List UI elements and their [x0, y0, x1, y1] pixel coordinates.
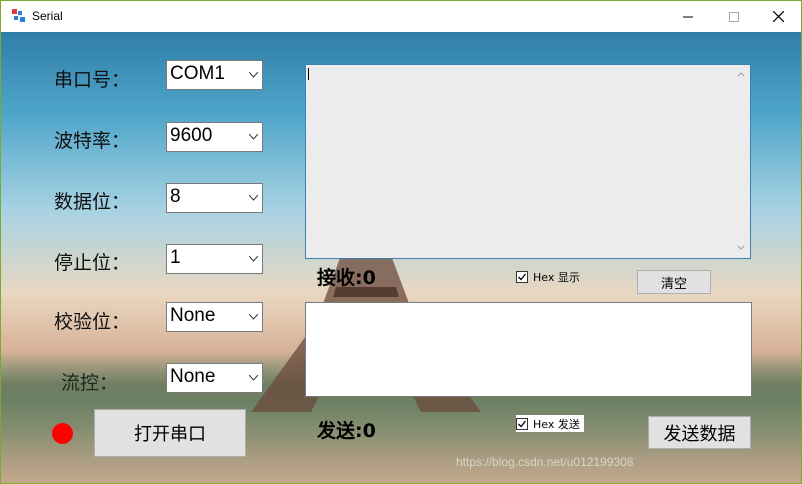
send-data-button[interactable]: 发送数据 [648, 416, 751, 449]
parity-label: 校验位： [54, 311, 131, 333]
client-area: 串口号： COM1 波特率： 9600 数据位： 8 停止位： 1 校验位： N… [1, 32, 801, 483]
minimize-button[interactable] [665, 1, 711, 32]
window-title: Serial [32, 9, 63, 23]
chevron-down-icon [249, 195, 258, 201]
chevron-down-icon [249, 314, 258, 320]
hex-display-checkbox[interactable]: Hex 显示 [516, 268, 580, 285]
stopbits-select[interactable]: 1 [166, 244, 263, 274]
chevron-down-icon [249, 134, 258, 140]
maximize-button[interactable] [711, 1, 757, 32]
checkbox-box [516, 417, 528, 430]
open-port-button[interactable]: 打开串口 [94, 409, 246, 457]
close-button[interactable] [755, 1, 801, 32]
hex-send-label: Hex 发送 [533, 417, 580, 431]
receive-counter: 接收:0 [317, 267, 376, 289]
parity-select[interactable]: None [166, 302, 263, 332]
send-counter: 发送:0 [317, 420, 376, 442]
watermark-text: https://blog.csdn.net/u012199308 [456, 455, 634, 469]
baud-label: 波特率： [54, 130, 131, 152]
clear-button[interactable]: 清空 [637, 270, 711, 294]
baud-value: 9600 [170, 125, 213, 146]
vertical-scrollbar[interactable] [733, 66, 749, 257]
databits-label: 数据位： [54, 191, 131, 213]
flow-label: 流控： [61, 372, 119, 394]
receive-textarea[interactable] [305, 64, 751, 259]
chevron-down-icon [249, 256, 258, 262]
checkbox-box [516, 270, 528, 283]
flow-select[interactable]: None [166, 363, 263, 393]
hex-send-checkbox[interactable]: Hex 发送 [516, 415, 584, 432]
port-label: 串口号： [54, 69, 131, 91]
scroll-up-icon [737, 72, 745, 77]
chevron-down-icon [249, 72, 258, 78]
text-caret [308, 68, 309, 80]
close-icon [772, 11, 784, 22]
databits-select[interactable]: 8 [166, 183, 263, 213]
stopbits-label: 停止位： [54, 252, 131, 274]
status-indicator-led [52, 423, 73, 444]
check-icon [518, 273, 527, 280]
parity-value: None [170, 305, 216, 326]
send-textarea[interactable] [305, 302, 752, 397]
chevron-down-icon [249, 375, 258, 381]
port-select[interactable]: COM1 [166, 60, 263, 90]
serial-window: Serial 串口号： COM1 波特率： 9600 数据位： 8 停止位： 1… [0, 0, 802, 484]
stopbits-value: 1 [170, 247, 181, 268]
baud-select[interactable]: 9600 [166, 122, 263, 152]
port-value: COM1 [170, 63, 225, 84]
minimize-icon [683, 16, 693, 17]
hex-display-label: Hex 显示 [533, 270, 580, 284]
maximize-icon [729, 11, 739, 22]
flow-value: None [170, 366, 216, 387]
app-icon [12, 9, 25, 22]
scroll-down-icon [737, 245, 745, 250]
check-icon [518, 420, 527, 427]
databits-value: 8 [170, 186, 181, 207]
title-bar: Serial [1, 1, 801, 32]
